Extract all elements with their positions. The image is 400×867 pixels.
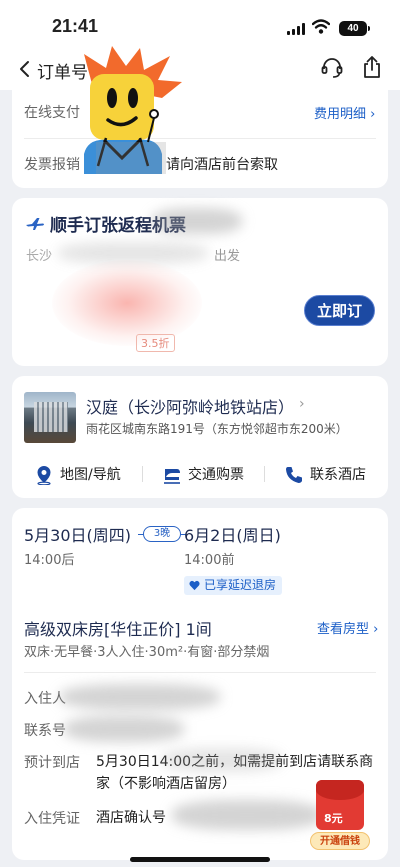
scribble-mask xyxy=(152,208,242,234)
checkout-time: 14:00前 xyxy=(184,553,235,568)
nights-badge: 3晚 xyxy=(143,526,181,542)
checkin-date: 5月30日(周四) xyxy=(24,526,132,545)
scribble-mask xyxy=(162,748,282,772)
divider xyxy=(142,466,143,482)
transport-ticket-label: 交通购票 xyxy=(188,467,244,483)
transport-ticket-button[interactable]: 交通购票 xyxy=(162,464,262,486)
customer-service-icon[interactable] xyxy=(320,56,344,80)
ticket-icon xyxy=(164,469,180,484)
hotel-name[interactable]: 汉庭（长沙阿弥岭地铁站店） xyxy=(86,394,294,418)
contact-hotel-button[interactable]: 联系酒店 xyxy=(284,464,380,486)
battery-tip xyxy=(368,26,370,31)
heart-icon xyxy=(189,580,200,591)
back-arrow-icon[interactable] xyxy=(18,60,30,78)
book-now-button[interactable]: 立即订 xyxy=(304,295,375,326)
flight-route: 长沙 xyxy=(26,249,53,264)
map-pin-icon xyxy=(37,466,51,485)
flight-depart: 出发 xyxy=(214,249,241,264)
chevron-right-icon: › xyxy=(299,396,305,412)
scribble-mask xyxy=(172,800,322,830)
voucher-value: 酒店确认号 xyxy=(96,810,166,826)
status-bar: 21:41 40 xyxy=(0,0,400,50)
chevron-right-icon: › xyxy=(373,622,379,637)
online-payment-label: 在线支付 xyxy=(24,105,80,121)
room-description: 双床·无早餐·3人入住·30m²·有窗·部分禁烟 xyxy=(24,645,270,660)
blurred-promo-area xyxy=(52,260,202,346)
contact-label: 联系号 xyxy=(24,723,66,739)
hotel-card: 汉庭（长沙阿弥岭地铁站店） › 雨花区城南东路191号（东方悦邻超市东200米）… xyxy=(12,376,388,498)
scribble-mask xyxy=(64,716,184,742)
cartoon-sticker-avatar xyxy=(84,46,182,174)
late-checkout-label: 已享延迟退房 xyxy=(204,578,277,592)
arrival-label: 预计到店 xyxy=(24,755,80,771)
promo-amount: 8元 xyxy=(324,812,343,825)
share-icon[interactable] xyxy=(361,55,383,79)
discount-tag: 3.5折 xyxy=(136,334,175,352)
divider xyxy=(24,138,376,139)
return-flight-card[interactable]: 顺手订张返程机票 长沙 出发 3.5折 立即订 xyxy=(12,198,388,366)
chevron-right-icon: › xyxy=(370,107,376,122)
status-time: 21:41 xyxy=(52,16,99,36)
phone-icon xyxy=(286,467,302,483)
room-title: 高级双床房[华住正价] 1间 xyxy=(24,620,212,639)
signal-icon xyxy=(287,23,307,35)
scribble-mask xyxy=(60,684,220,710)
view-room-link[interactable]: 查看房型 › xyxy=(317,618,378,637)
contact-hotel-label: 联系酒店 xyxy=(310,467,366,483)
airplane-icon xyxy=(26,218,44,230)
payment-card: 在线支付 费用明细 › 发票报销 ，请向酒店前台索取 xyxy=(12,90,388,188)
divider xyxy=(24,672,376,673)
hotel-address: 雨花区城南东路191号（东方悦邻超市东200米） xyxy=(86,422,348,436)
late-checkout-badge: 已享延迟退房 xyxy=(184,576,283,595)
loan-promo-float[interactable]: 8元 开通借钱 xyxy=(310,780,370,856)
invoice-label: 发票报销 xyxy=(24,157,80,173)
view-room-label: 查看房型 xyxy=(317,622,370,637)
fee-details-link[interactable]: 费用明细 › xyxy=(314,103,375,122)
battery-icon: 40 xyxy=(339,21,367,36)
wifi-icon xyxy=(312,19,330,34)
checkin-time: 14:00后 xyxy=(24,553,75,568)
promo-label: 开通借钱 xyxy=(310,832,370,850)
nav-bar: 订单号 xyxy=(0,50,400,90)
hotel-photo[interactable] xyxy=(24,392,76,443)
divider xyxy=(264,466,265,482)
checkout-date: 6月2日(周日) xyxy=(184,526,281,545)
map-navigation-label: 地图/导航 xyxy=(60,467,121,483)
map-navigation-button[interactable]: 地图/导航 xyxy=(34,464,134,486)
fee-details-label: 费用明细 xyxy=(314,107,367,122)
home-indicator xyxy=(130,857,270,862)
voucher-label: 入住凭证 xyxy=(24,811,80,827)
